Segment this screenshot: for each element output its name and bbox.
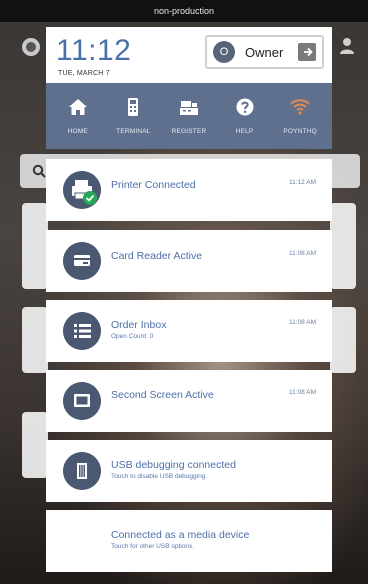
register-icon <box>179 101 198 115</box>
status-bar: non-production <box>0 0 368 22</box>
notification-title: Card Reader Active <box>111 250 203 262</box>
nav-item-label: HELP <box>235 128 254 135</box>
notification-time: 11:08 AM <box>289 389 316 396</box>
notification-title: USB debugging connected <box>111 459 236 471</box>
quick-settings-header: 11:12 TUE, MARCH 7 O Owner <box>46 27 332 83</box>
help-icon <box>236 98 254 116</box>
nav-item-home[interactable]: HOME <box>50 83 106 149</box>
nav-item-label: POYNTHQ <box>283 128 317 135</box>
notification-time: 11:12 AM <box>289 179 316 186</box>
notification-title: Printer Connected <box>111 179 196 191</box>
notification-media-device[interactable]: Connected as a media device Touch for ot… <box>46 510 332 572</box>
nav-item-label: REGISTER <box>171 128 207 135</box>
notification-usb-debugging[interactable]: USB debugging connected Touch to disable… <box>46 440 332 502</box>
notification-title: Connected as a media device <box>111 529 250 541</box>
printer-icon <box>63 171 101 209</box>
background-card <box>22 412 48 478</box>
terminal-icon <box>128 98 139 116</box>
settings-gear-icon <box>22 38 40 56</box>
notification-title: Second Screen Active <box>111 389 214 401</box>
background-card <box>330 307 356 373</box>
card-reader-icon <box>63 242 101 280</box>
usb-icon <box>63 452 101 490</box>
notification-title: Order Inbox <box>111 319 167 331</box>
notification-printer[interactable]: Printer Connected 11:12 AM <box>46 159 332 221</box>
background-card <box>330 203 356 289</box>
nav-item-terminal[interactable]: TERMINAL <box>106 83 162 149</box>
search-icon <box>32 164 46 178</box>
user-name: Owner <box>245 44 284 60</box>
home-icon <box>68 99 87 115</box>
list-icon <box>63 312 101 350</box>
nav-item-label: TERMINAL <box>116 128 151 135</box>
notification-subtitle: Open Count: 0 <box>111 333 154 340</box>
user-switch-button[interactable]: O Owner <box>205 35 324 69</box>
notification-subtitle: Touch to disable USB debugging. <box>111 473 208 480</box>
notification-second-screen[interactable]: Second Screen Active 11:08 AM <box>46 370 332 432</box>
notification-order-inbox[interactable]: Order Inbox Open Count: 0 11:08 AM <box>46 300 332 362</box>
notification-time: 11:08 AM <box>289 319 316 326</box>
quick-nav-bar: HOME TERMINAL REGISTER HELP POYNTHQ <box>46 83 332 149</box>
nav-item-label: HOME <box>67 128 88 135</box>
notification-time: 11:08 AM <box>289 250 316 257</box>
background-card <box>22 203 48 289</box>
background-card <box>22 307 48 373</box>
nav-item-help[interactable]: HELP <box>217 83 273 149</box>
clock-time: 11:12 <box>56 34 132 67</box>
screen-icon <box>63 382 101 420</box>
user-avatar: O <box>213 41 235 63</box>
logout-arrow-icon <box>298 43 316 61</box>
notification-card-reader[interactable]: Card Reader Active 11:08 AM <box>46 230 332 292</box>
status-bar-label: non-production <box>153 6 215 16</box>
wifi-icon <box>290 99 310 115</box>
nav-item-poynthq[interactable]: POYNTHQ <box>272 83 328 149</box>
person-icon <box>340 38 354 54</box>
clock-date: TUE, MARCH 7 <box>58 70 110 77</box>
notification-subtitle: Touch for other USB options. <box>111 543 195 550</box>
nav-item-register[interactable]: REGISTER <box>161 83 217 149</box>
